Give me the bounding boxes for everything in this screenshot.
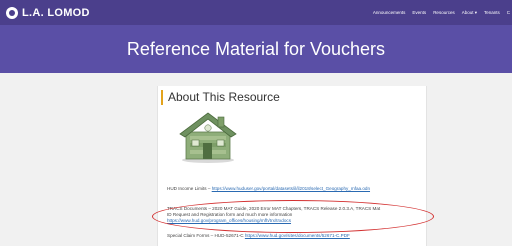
money-house-image xyxy=(179,112,237,163)
income-limits-label: HUD Income Limits – xyxy=(167,186,212,191)
nav-link-announcements[interactable]: Announcements xyxy=(373,10,406,15)
income-limits-row: HUD Income Limits – https://www.huduser.… xyxy=(167,186,370,192)
nav-link-events[interactable]: Events xyxy=(412,10,426,15)
nav-links: Announcements Events Resources About ▾ T… xyxy=(373,0,510,25)
brand-name: L.A. LOMOD xyxy=(22,6,90,19)
special-claim-forms-row: Special Claim Forms – HUD-52671-C https:… xyxy=(167,233,350,239)
nav-link-tenants[interactable]: Tenants xyxy=(484,10,500,15)
highlight-annotation-oval xyxy=(152,200,434,233)
nav-link-more[interactable]: C xyxy=(507,10,510,15)
page-title: Reference Material for Vouchers xyxy=(126,38,386,59)
special-claim-forms-link[interactable]: https://www.hud.gov/sites/documents/5267… xyxy=(245,233,350,238)
section-heading: About This Resource xyxy=(161,90,280,105)
top-navbar: L.A. LOMOD Announcements Events Resource… xyxy=(0,0,512,25)
logo-icon xyxy=(6,6,18,19)
hero-banner: Reference Material for Vouchers xyxy=(0,25,512,73)
nav-link-about-dropdown[interactable]: About ▾ xyxy=(462,10,477,16)
logo[interactable]: L.A. LOMOD xyxy=(6,6,90,19)
income-limits-link[interactable]: https://www.huduser.gov/portal/datasets/… xyxy=(212,186,370,191)
special-claim-forms-label: Special Claim Forms – HUD-52671-C xyxy=(167,233,245,238)
nav-link-resources[interactable]: Resources xyxy=(433,10,455,15)
